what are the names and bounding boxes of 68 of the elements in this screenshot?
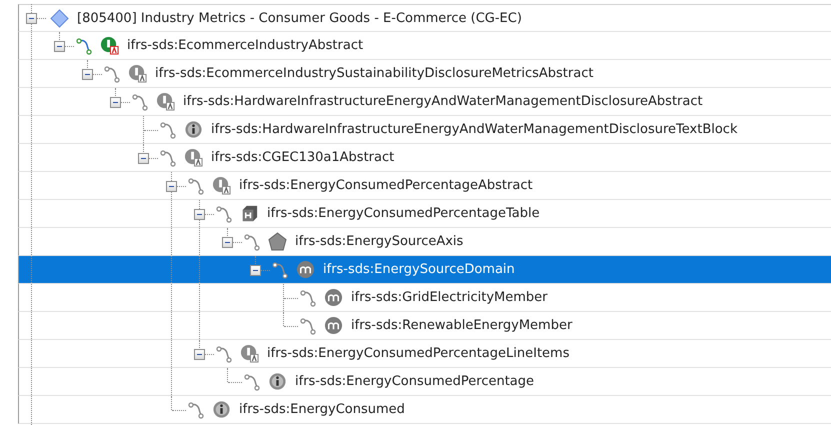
concept-label: ifrs-sds:EnergyConsumed: [239, 402, 405, 417]
tree-row[interactable]: ifrs-sds:GridElectricityMember: [18, 284, 831, 312]
relationship-icon: [272, 260, 290, 278]
concept-label: ifrs-sds:RenewableEnergyMember: [351, 318, 572, 333]
concept-label: ifrs-sds:EcommerceIndustryAbstract: [127, 38, 364, 53]
concept-label: ifrs-sds:HardwareInfrastructureEnergyAndWaterManagementDisclosureAbstract: [183, 94, 703, 109]
member-circle-icon: [324, 288, 343, 307]
concept-label: ifrs-sds:CGEC130a1Abstract: [211, 150, 394, 165]
pentagon-icon: [268, 232, 287, 251]
tree-row[interactable]: ifrs-sds:HardwareInfrastructureEnergyAndWaterManagementDisclosureTextBlock: [18, 116, 831, 144]
relationship-icon: [160, 120, 178, 138]
tree-row[interactable]: ifrs-sds:EnergyConsumed: [18, 396, 831, 424]
relationship-icon: [216, 204, 234, 222]
concept-label: ifrs-sds:EnergySourceAxis: [295, 234, 464, 249]
collapse-toggle[interactable]: [138, 152, 149, 164]
tree-row[interactable]: ifrs-sds:RenewableEnergyMember: [18, 312, 831, 340]
collapse-toggle[interactable]: [166, 180, 177, 192]
info-circle-icon: [212, 400, 231, 419]
info-circle-icon: [184, 120, 203, 139]
collapse-toggle[interactable]: [194, 208, 205, 220]
relationship-icon: [300, 316, 318, 334]
relationship-icon: [160, 148, 178, 166]
relationship-icon: [244, 372, 262, 390]
collapse-toggle[interactable]: [194, 348, 205, 360]
tree-row[interactable]: ifrs-sds:EnergyConsumedPercentageAbstract: [18, 172, 831, 200]
concept-label: ifrs-sds:EnergySourceDomain: [323, 262, 515, 277]
collapse-toggle[interactable]: [250, 264, 261, 276]
concept-label: ifrs-sds:HardwareInfrastructureEnergyAndWaterManagementDisclosureTextBlock: [211, 122, 738, 137]
tree-row[interactable]: [805400] Industry Metrics - Consumer Goods - E-Commerce (CG-EC): [18, 4, 831, 32]
abstract-concept-icon: [100, 36, 119, 55]
tree-row[interactable]: ifrs-sds:HardwareInfrastructureEnergyAndWaterManagementDisclosureAbstract: [18, 88, 831, 116]
member-circle-icon: [296, 260, 315, 279]
concept-label: ifrs-sds:EnergyConsumedPercentageTable: [267, 206, 540, 221]
relationship-icon: [244, 232, 262, 250]
abstract-concept-icon: [184, 148, 203, 167]
concept-label: [805400] Industry Metrics - Consumer Goods - E-Commerce (CG-EC): [77, 10, 522, 26]
tree-row[interactable]: ifrs-sds:EnergySourceDomain: [18, 256, 831, 284]
abstract-concept-icon: [240, 344, 259, 363]
info-circle-icon: [268, 372, 287, 391]
tree-row[interactable]: ifrs-sds:EnergyConsumedPercentage: [18, 368, 831, 396]
cube-icon: [240, 204, 259, 223]
collapse-toggle[interactable]: [82, 68, 93, 80]
tree-row[interactable]: ifrs-sds:EcommerceIndustrySustainabilityDisclosureMetricsAbstract: [18, 60, 831, 88]
concept-label: ifrs-sds:EcommerceIndustrySustainabilityDisclosureMetricsAbstract: [155, 66, 594, 81]
relationship-icon: [104, 64, 122, 82]
relationship-icon: [132, 92, 150, 110]
tree-row[interactable]: ifrs-sds:EcommerceIndustryAbstract: [18, 32, 831, 60]
tree-row[interactable]: ifrs-sds:EnergyConsumedPercentageTable: [18, 200, 831, 228]
member-circle-icon: [324, 316, 343, 335]
collapse-toggle[interactable]: [54, 40, 65, 52]
relationship-icon: [216, 344, 234, 362]
abstract-concept-icon: [156, 92, 175, 111]
relationship-icon: [188, 400, 206, 418]
concept-label: ifrs-sds:EnergyConsumedPercentageAbstract: [239, 178, 533, 193]
relationship-icon: [76, 36, 94, 54]
concept-label: ifrs-sds:EnergyConsumedPercentage: [295, 374, 534, 389]
abstract-concept-icon: [212, 176, 231, 195]
relationship-icon: [188, 176, 206, 194]
tree-row[interactable]: ifrs-sds:CGEC130a1Abstract: [18, 144, 831, 172]
relationship-icon: [300, 288, 318, 306]
concept-label: ifrs-sds:GridElectricityMember: [351, 290, 548, 305]
abstract-concept-icon: [128, 64, 147, 83]
collapse-toggle[interactable]: [26, 13, 37, 24]
collapse-toggle[interactable]: [222, 236, 233, 248]
collapse-toggle[interactable]: [110, 96, 121, 108]
tree-row[interactable]: ifrs-sds:EnergyConsumedPercentageLineItems: [18, 340, 831, 368]
diamond-icon: [50, 8, 69, 28]
concept-label: ifrs-sds:EnergyConsumedPercentageLineItems: [267, 346, 570, 361]
